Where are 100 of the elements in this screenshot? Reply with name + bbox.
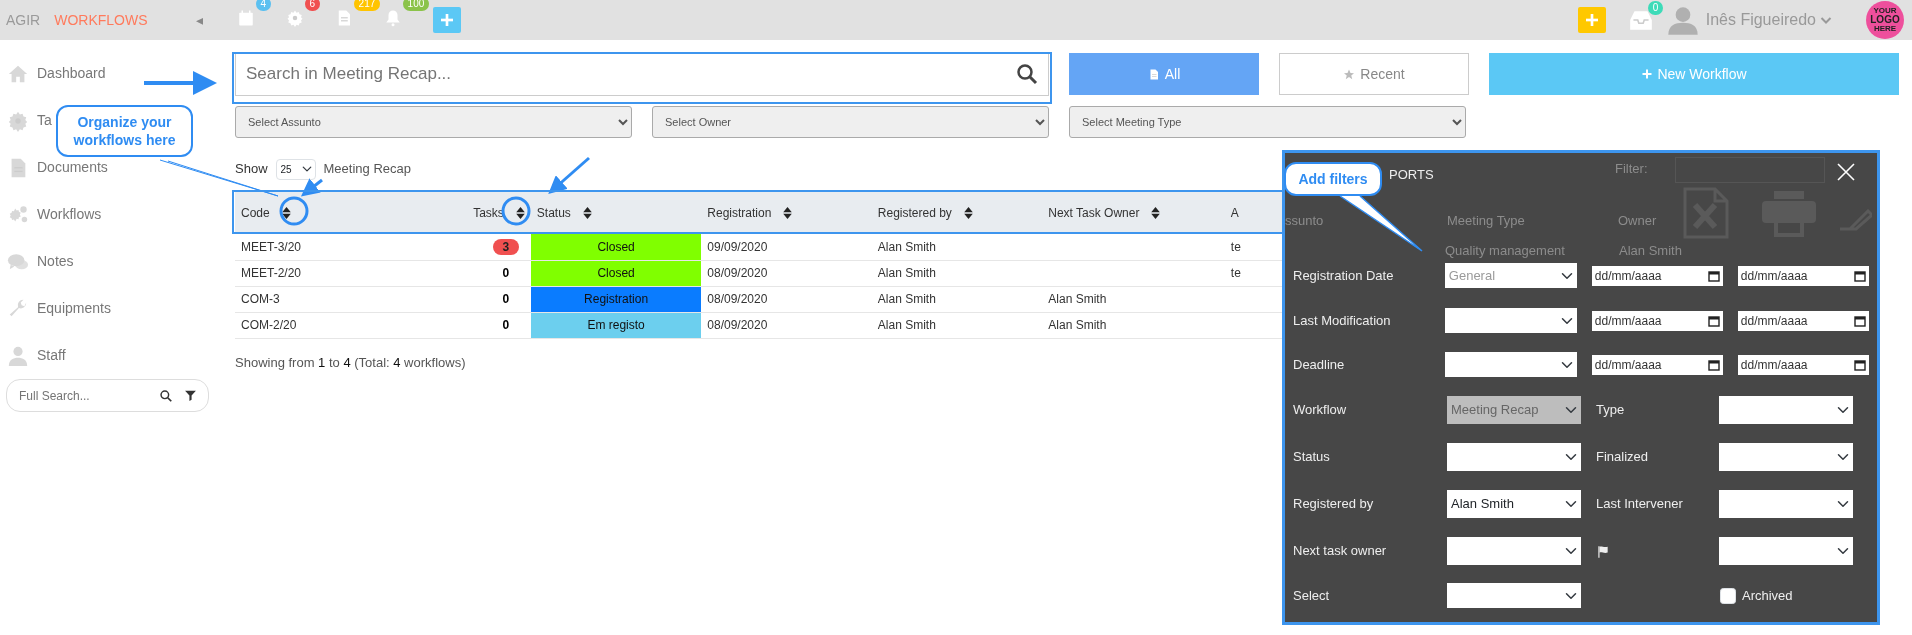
calendar-icon[interactable] <box>1854 358 1866 371</box>
date-field[interactable]: dd/mm/aaaa <box>1591 265 1723 286</box>
date-field[interactable]: dd/mm/aaaa <box>1591 354 1723 375</box>
field-label: Registered by <box>1293 495 1375 514</box>
date-field[interactable]: dd/mm/aaaa <box>1737 265 1869 286</box>
sidebar-item[interactable]: Workflows <box>37 204 102 225</box>
sidebar-item[interactable]: Notes <box>37 251 74 272</box>
plus-icon <box>438 12 455 28</box>
table-cell: COM-3 <box>241 292 280 306</box>
archived-checkbox[interactable] <box>1720 587 1736 604</box>
table-cell: Alan Smith <box>1048 292 1107 306</box>
show-label: Show <box>235 160 268 179</box>
select-field[interactable] <box>1444 308 1578 333</box>
table-cell: Alan Smith <box>877 266 936 280</box>
search-icon[interactable] <box>159 389 173 403</box>
highlight-circle <box>279 196 309 226</box>
callout: Add filters <box>1284 162 1382 196</box>
date-field[interactable]: dd/mm/aaaa <box>1591 310 1723 331</box>
date-field[interactable]: dd/mm/aaaa <box>1737 354 1869 375</box>
calendar-icon[interactable] <box>1708 358 1720 371</box>
calendar-icon[interactable] <box>1708 314 1720 327</box>
field-label: Next task owner <box>1293 542 1388 561</box>
table-cell: 09/09/2020 <box>707 239 768 254</box>
select-field[interactable] <box>1719 443 1853 471</box>
sort-icon[interactable] <box>963 207 973 219</box>
status-cell: Closed <box>530 234 702 260</box>
callout: Organize your workflows here <box>56 105 193 157</box>
field-label: Last Intervener <box>1596 496 1683 512</box>
sort-icon[interactable] <box>515 207 525 219</box>
brand-name: AGIR <box>6 10 41 30</box>
table-cell: te <box>1230 266 1241 280</box>
search-field[interactable]: Search in Meeting Recap... <box>235 52 1049 96</box>
column-header[interactable]: Code <box>241 206 270 220</box>
select-field[interactable]: Select Assunto <box>235 106 632 138</box>
background-text: Owner <box>1618 212 1657 230</box>
sort-icon[interactable] <box>1151 207 1161 219</box>
select-field[interactable]: Select Meeting Type <box>1069 106 1466 138</box>
select-field[interactable] <box>1719 396 1853 424</box>
sort-icon[interactable] <box>582 207 592 219</box>
column-header[interactable]: A <box>1230 206 1239 220</box>
select-field[interactable] <box>1719 490 1853 518</box>
column-header[interactable]: Status <box>536 206 571 220</box>
panel-title: PORTS <box>1389 166 1434 184</box>
select-field[interactable] <box>1447 583 1581 608</box>
count-badge: 100 <box>402 0 430 11</box>
app-name: WORKFLOWS <box>54 10 148 30</box>
sort-icon[interactable] <box>783 207 793 219</box>
select-field[interactable] <box>1719 537 1853 565</box>
background-text: Quality management <box>1445 242 1565 260</box>
sidebar-item[interactable]: Dashboard <box>37 63 106 84</box>
sort-icon[interactable] <box>281 207 291 219</box>
page-size-select[interactable]: 25 <box>275 158 316 180</box>
background-text: ssunto <box>1285 212 1324 230</box>
calendar-icon[interactable] <box>1854 314 1866 327</box>
table-cell: Alan Smith <box>877 318 936 332</box>
logo-text: YOUR <box>1873 7 1897 15</box>
field-label: Status <box>1293 448 1331 467</box>
background-text: Meeting Type <box>1447 212 1525 230</box>
calendar-icon[interactable] <box>1854 269 1866 282</box>
task-count-badge: 3 <box>492 238 519 255</box>
field-label: Select <box>1293 586 1331 605</box>
table-cell: te <box>1230 239 1241 254</box>
count-badge: 217 <box>353 0 381 11</box>
status-cell: Em registo <box>530 312 702 338</box>
select-field[interactable] <box>1447 443 1581 471</box>
arrow <box>548 156 590 194</box>
select-field[interactable] <box>1444 352 1578 377</box>
calendar-icon[interactable] <box>1708 269 1720 282</box>
select-field[interactable]: Select Owner <box>652 106 1049 138</box>
field-label: Deadline <box>1293 355 1346 374</box>
column-header[interactable]: Next Task Owner <box>1048 206 1140 220</box>
checkbox-label: Archived <box>1742 586 1793 605</box>
select-field[interactable]: Alan Smith <box>1447 490 1581 518</box>
count-badge: 6 <box>304 0 321 11</box>
sidebar-item[interactable]: Ta <box>37 110 52 131</box>
table-cell: 08/09/2020 <box>707 318 768 332</box>
select-field[interactable] <box>1447 537 1581 565</box>
column-header[interactable]: Registered by <box>877 206 952 220</box>
field-label: Last Modification <box>1293 311 1392 330</box>
column-header[interactable]: Tasks <box>473 206 504 220</box>
sidebar-item[interactable]: Staff <box>37 345 66 366</box>
flag-icon <box>1596 544 1610 559</box>
table-cell: Alan Smith <box>877 239 936 254</box>
full-search-field[interactable]: Full Search... <box>6 379 209 412</box>
date-field[interactable]: dd/mm/aaaa <box>1737 310 1869 331</box>
close-icon[interactable] <box>1837 163 1855 181</box>
list-title: Meeting Recap <box>323 160 411 179</box>
filter-tab[interactable]: Recent <box>1279 53 1469 95</box>
plus-icon <box>1641 68 1654 80</box>
table-cell: MEET-3/20 <box>241 239 302 254</box>
count-badge: 0 <box>1647 1 1664 15</box>
column-header[interactable]: Registration <box>707 206 772 220</box>
table-cell: Alan Smith <box>1048 318 1107 332</box>
person-icon <box>6 344 30 367</box>
sidebar-item[interactable]: Equipments <box>37 298 111 319</box>
search-icon[interactable] <box>1015 62 1039 86</box>
field-label: Registration Date <box>1293 266 1395 285</box>
filter-icon[interactable] <box>184 389 197 402</box>
status-cell: Registration <box>530 286 702 312</box>
sidebar-item[interactable]: Documents <box>37 157 108 178</box>
